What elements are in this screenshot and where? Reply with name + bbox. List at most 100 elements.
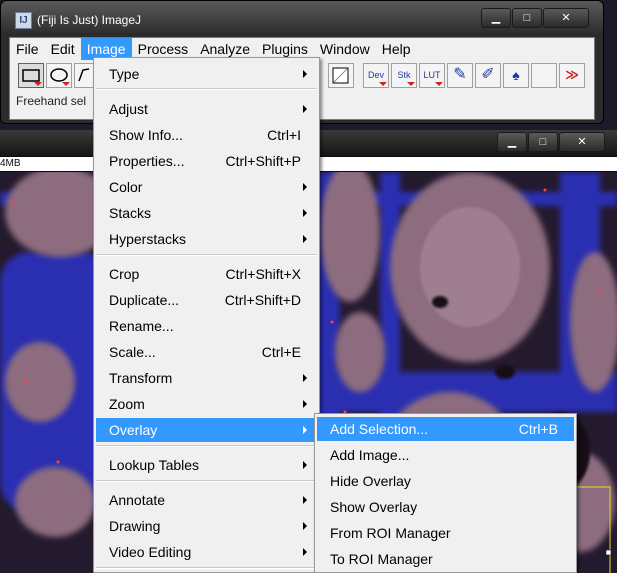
menu-item-crop[interactable]: Crop Ctrl+Shift+X	[96, 262, 317, 286]
item-label: Add Selection...	[330, 421, 429, 437]
menu-separator	[96, 88, 317, 90]
item-label: Adjust	[109, 101, 148, 117]
item-shortcut: Ctrl+E	[261, 344, 301, 360]
minimize-button[interactable]: ▁	[481, 8, 511, 28]
item-shortcut: Ctrl+Shift+D	[224, 292, 301, 308]
item-shortcut: Ctrl+I	[267, 127, 301, 143]
menu-item-stacks[interactable]: Stacks	[96, 201, 317, 225]
submenu-arrow-icon	[303, 548, 307, 556]
image-maximize-button[interactable]: □	[528, 132, 558, 152]
menu-item-to-roi-manager[interactable]: To ROI Manager	[317, 547, 574, 571]
menu-item-annotate[interactable]: Annotate	[96, 488, 317, 512]
item-shortcut: Ctrl+Shift+X	[225, 266, 301, 282]
oval-tool[interactable]	[46, 63, 72, 88]
menu-item-add-selection[interactable]: Add Selection... Ctrl+B	[317, 417, 574, 441]
item-shortcut: Ctrl+Shift+P	[225, 153, 301, 169]
menu-item-add-image[interactable]: Add Image...	[317, 443, 574, 467]
double-chevron-icon: ≫	[565, 67, 579, 82]
menu-item-transform[interactable]: Transform	[96, 366, 317, 390]
close-button[interactable]: ✕	[543, 8, 589, 28]
submenu-arrow-icon	[303, 522, 307, 530]
menu-file[interactable]: File	[10, 38, 45, 60]
menu-item-from-roi-manager[interactable]: From ROI Manager	[317, 521, 574, 545]
lut-menu-tool[interactable]: LUT	[419, 63, 445, 88]
menu-item-type[interactable]: Type	[96, 62, 317, 86]
item-label: Video Editing	[109, 544, 192, 560]
menu-item-scale[interactable]: Scale... Ctrl+E	[96, 340, 317, 364]
menu-item-lookup-tables[interactable]: Lookup Tables	[96, 453, 317, 477]
menu-window[interactable]: Window	[314, 38, 376, 60]
submenu-arrow-icon	[303, 400, 307, 408]
menu-help[interactable]: Help	[376, 38, 417, 60]
lut-label: LUT	[423, 70, 441, 80]
dev-menu-tool[interactable]: Dev	[363, 63, 389, 88]
image-menu: Type Adjust Show Info... Ctrl+I Propertie…	[93, 57, 320, 573]
item-label: Transform	[109, 370, 173, 386]
item-label: Color	[109, 179, 143, 195]
item-label: Show Overlay	[330, 499, 418, 515]
imagej-titlebar: IJ (Fiji Is Just) ImageJ ▁ □ ✕	[1, 1, 603, 33]
pencil-icon: ✎	[453, 66, 467, 83]
menu-separator	[96, 567, 317, 569]
item-label: Properties...	[109, 153, 185, 169]
item-label: Show Info...	[109, 127, 183, 143]
submenu-arrow-icon	[303, 209, 307, 217]
menu-item-duplicate[interactable]: Duplicate... Ctrl+Shift+D	[96, 288, 317, 312]
submenu-arrow-icon	[303, 105, 307, 113]
menu-item-drawing[interactable]: Drawing	[96, 514, 317, 538]
submenu-arrow-icon	[303, 496, 307, 504]
item-label: Type	[109, 66, 140, 82]
item-label: Add Image...	[330, 447, 410, 463]
pencil-tool[interactable]: ✎	[447, 63, 473, 88]
submenu-arrow-icon	[303, 426, 307, 434]
item-label: Duplicate...	[109, 292, 180, 308]
menu-separator	[96, 254, 317, 256]
empty-tool-slot[interactable]	[531, 63, 557, 88]
menu-item-adjust[interactable]: Adjust	[96, 97, 317, 121]
dev-label: Dev	[367, 70, 384, 80]
menu-separator	[96, 445, 317, 447]
menu-item-show-overlay[interactable]: Show Overlay	[317, 495, 574, 519]
submenu-arrow-icon	[303, 374, 307, 382]
item-label: Scale...	[109, 344, 156, 360]
maximize-button[interactable]: □	[512, 8, 542, 28]
color-picker-tool[interactable]	[328, 63, 354, 88]
menu-item-show-info[interactable]: Show Info... Ctrl+I	[96, 123, 317, 147]
brush-icon: ✐	[481, 66, 495, 83]
menu-item-zoom[interactable]: Zoom	[96, 392, 317, 416]
submenu-arrow-icon	[303, 183, 307, 191]
stk-menu-tool[interactable]: Stk	[391, 63, 417, 88]
image-close-button[interactable]: ✕	[559, 132, 605, 152]
menu-item-overlay[interactable]: Overlay	[96, 418, 317, 442]
item-label: From ROI Manager	[330, 525, 451, 541]
item-label: Lookup Tables	[109, 457, 200, 473]
submenu-arrow-icon	[303, 235, 307, 243]
overlay-submenu: Add Selection... Ctrl+B Add Image... Hide…	[314, 413, 577, 573]
menu-separator	[96, 480, 317, 482]
more-tools-button[interactable]: ≫	[559, 63, 585, 88]
item-label: Overlay	[109, 422, 158, 438]
stk-label: Stk	[397, 70, 411, 80]
color-swatch-icon	[332, 67, 349, 84]
menu-item-properties[interactable]: Properties... Ctrl+Shift+P	[96, 149, 317, 173]
item-label: Rename...	[109, 318, 174, 334]
item-label: Stacks	[109, 205, 152, 221]
item-shortcut: Ctrl+B	[518, 421, 558, 437]
menu-item-rename[interactable]: Rename...	[96, 314, 317, 338]
status-line: Freehand sel	[16, 94, 87, 108]
item-label: Hyperstacks	[109, 231, 187, 247]
item-label: Crop	[109, 266, 140, 282]
flood-fill-tool[interactable]: ♠	[503, 63, 529, 88]
item-label: Zoom	[109, 396, 145, 412]
imagej-app-icon: IJ	[15, 12, 32, 29]
menu-edit[interactable]: Edit	[45, 38, 81, 60]
menu-item-hyperstacks[interactable]: Hyperstacks	[96, 227, 317, 251]
menu-item-video-editing[interactable]: Video Editing	[96, 540, 317, 564]
rectangle-tool[interactable]	[18, 63, 44, 88]
brush-tool[interactable]: ✐	[475, 63, 501, 88]
item-label: To ROI Manager	[330, 551, 433, 567]
menu-item-color[interactable]: Color	[96, 175, 317, 199]
image-minimize-button[interactable]: ▁	[497, 132, 527, 152]
menu-item-hide-overlay[interactable]: Hide Overlay	[317, 469, 574, 493]
submenu-arrow-icon	[303, 70, 307, 78]
